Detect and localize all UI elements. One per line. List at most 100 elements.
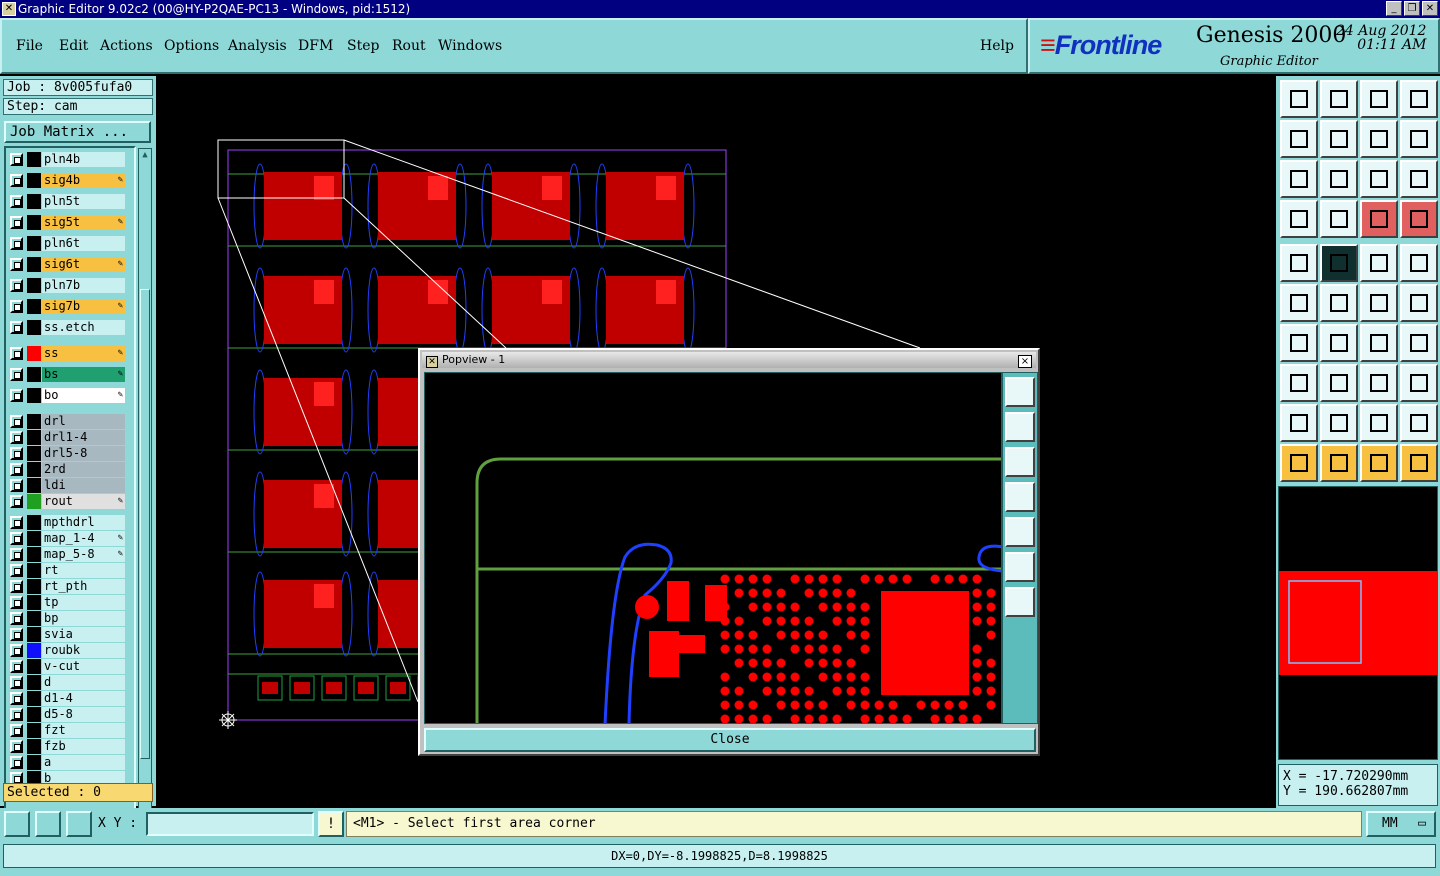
popview-pan-up-icon[interactable] bbox=[1005, 412, 1035, 442]
layer-row[interactable]: roubk bbox=[8, 643, 126, 658]
layer-checkbox[interactable] bbox=[10, 174, 23, 187]
layer-checkbox[interactable] bbox=[10, 321, 23, 334]
minimize-icon[interactable]: _ bbox=[1386, 1, 1402, 16]
layer-checkbox[interactable] bbox=[10, 463, 23, 476]
layer-row[interactable]: bo ✎ bbox=[8, 388, 126, 403]
close-window-icon[interactable]: ✕ bbox=[1422, 1, 1438, 16]
layer-row[interactable]: drl1-4 bbox=[8, 430, 126, 445]
layer-row[interactable]: map_5-8 ✎ bbox=[8, 547, 126, 562]
popview-app-icon[interactable]: ✕ bbox=[426, 356, 438, 368]
layer-checkbox[interactable] bbox=[10, 216, 23, 229]
layer-row[interactable]: d bbox=[8, 675, 126, 690]
popview-pan-left-icon[interactable] bbox=[1005, 482, 1035, 512]
help-icon[interactable] bbox=[1400, 160, 1438, 198]
layer-checkbox[interactable] bbox=[10, 708, 23, 721]
layer-row[interactable]: mpthdrl bbox=[8, 515, 126, 530]
popview-zoom-icon[interactable] bbox=[1005, 377, 1035, 407]
snap-icon[interactable] bbox=[4, 811, 30, 837]
draw-c-icon[interactable] bbox=[1360, 404, 1398, 442]
tools-icon[interactable] bbox=[1280, 200, 1318, 238]
layer-row[interactable]: pln6t bbox=[8, 236, 126, 251]
resize-icon[interactable] bbox=[1360, 364, 1398, 402]
menu-actions[interactable]: Actions bbox=[100, 38, 153, 54]
layer-checkbox[interactable] bbox=[10, 676, 23, 689]
rotate-icon[interactable] bbox=[1360, 120, 1398, 158]
layer-row[interactable]: sig6t ✎ bbox=[8, 257, 126, 272]
layer-checkbox[interactable] bbox=[10, 532, 23, 545]
layer-row[interactable]: ldi bbox=[8, 478, 126, 493]
popview-zoom-in-icon[interactable] bbox=[1005, 552, 1035, 582]
home-up-icon[interactable] bbox=[1280, 80, 1318, 118]
pointer-box-icon[interactable] bbox=[1320, 444, 1358, 482]
polygon-icon[interactable] bbox=[1320, 244, 1358, 282]
layer-row[interactable]: map_1-4 ✎ bbox=[8, 531, 126, 546]
layer-row[interactable]: rt bbox=[8, 563, 126, 578]
layer-checkbox[interactable] bbox=[10, 347, 23, 360]
fit-all-icon[interactable] bbox=[1280, 160, 1318, 198]
layer-row[interactable]: pln5t bbox=[8, 194, 126, 209]
layer-checkbox[interactable] bbox=[10, 389, 23, 402]
layer-scrollbar[interactable]: ▲ ▼ bbox=[138, 148, 152, 848]
xy-input[interactable] bbox=[146, 812, 314, 836]
scale-1-2-icon[interactable] bbox=[1360, 160, 1398, 198]
layer-checkbox[interactable] bbox=[10, 580, 23, 593]
layer-row[interactable]: sig4b ✎ bbox=[8, 173, 126, 188]
layer-row[interactable]: v-cut bbox=[8, 659, 126, 674]
layer-row[interactable]: svia bbox=[8, 627, 126, 642]
draw-b-icon[interactable] bbox=[1320, 404, 1358, 442]
menu-step[interactable]: Step bbox=[347, 38, 379, 54]
popview-titlebar[interactable]: ✕ Popview - 1 × bbox=[422, 352, 1036, 368]
connector-icon[interactable] bbox=[1320, 200, 1358, 238]
layer-row[interactable]: a bbox=[8, 755, 126, 770]
home-down-icon[interactable] bbox=[1320, 80, 1358, 118]
layer-checkbox[interactable] bbox=[10, 516, 23, 529]
layer-checkbox[interactable] bbox=[10, 447, 23, 460]
layer-checkbox[interactable] bbox=[10, 724, 23, 737]
layer-row[interactable]: drl5-8 bbox=[8, 446, 126, 461]
layer-checkbox[interactable] bbox=[10, 279, 23, 292]
measure-icon[interactable] bbox=[35, 811, 61, 837]
layer-row[interactable]: d5-8 bbox=[8, 707, 126, 722]
layer-row[interactable]: fzt bbox=[8, 723, 126, 738]
popview-canvas[interactable] bbox=[424, 372, 1002, 724]
layer-row[interactable]: ss ✎ bbox=[8, 346, 126, 361]
grid-icon[interactable] bbox=[66, 811, 92, 837]
layer-row[interactable]: bp bbox=[8, 611, 126, 626]
layer-checkbox[interactable] bbox=[10, 237, 23, 250]
popview-close-icon[interactable]: × bbox=[1018, 355, 1032, 368]
move-arc-icon[interactable] bbox=[1400, 284, 1438, 322]
layer-checkbox[interactable] bbox=[10, 368, 23, 381]
popview-close-button[interactable]: Close bbox=[424, 728, 1036, 752]
layer-checkbox[interactable] bbox=[10, 479, 23, 492]
pad-edit-icon[interactable] bbox=[1280, 364, 1318, 402]
layer-checkbox[interactable] bbox=[10, 415, 23, 428]
mirror-icon[interactable] bbox=[1400, 120, 1438, 158]
layer-row[interactable]: drl bbox=[8, 414, 126, 429]
menu-options[interactable]: Options bbox=[164, 38, 219, 54]
layer-checkbox[interactable] bbox=[10, 431, 23, 444]
menu-rout[interactable]: Rout bbox=[392, 38, 426, 54]
split-view-icon[interactable] bbox=[1400, 80, 1438, 118]
popview-zoom-out-icon[interactable] bbox=[1005, 587, 1035, 617]
pan-right-icon[interactable] bbox=[1320, 120, 1358, 158]
layer-checkbox[interactable] bbox=[10, 596, 23, 609]
menu-help[interactable]: Help bbox=[980, 38, 1014, 54]
layer-checkbox[interactable] bbox=[10, 628, 23, 641]
draw-a-icon[interactable] bbox=[1280, 404, 1318, 442]
menu-dfm[interactable]: DFM bbox=[298, 38, 333, 54]
trim-icon[interactable] bbox=[1320, 364, 1358, 402]
layer-checkbox[interactable] bbox=[10, 660, 23, 673]
menu-analysis[interactable]: Analysis bbox=[228, 38, 287, 54]
group-icon[interactable] bbox=[1400, 364, 1438, 402]
layer-checkbox[interactable] bbox=[10, 564, 23, 577]
layer-row[interactable]: rout ✎ bbox=[8, 494, 126, 509]
pad-icon[interactable] bbox=[1400, 244, 1438, 282]
net-icon[interactable] bbox=[1280, 284, 1318, 322]
center-icon[interactable] bbox=[1320, 160, 1358, 198]
layer-row[interactable]: bs ✎ bbox=[8, 367, 126, 382]
split-icon[interactable] bbox=[1400, 324, 1438, 362]
layer-row[interactable]: sig5t ✎ bbox=[8, 215, 126, 230]
layer-set-b-icon[interactable] bbox=[1400, 200, 1438, 238]
popview-pan-down-icon[interactable] bbox=[1005, 447, 1035, 477]
angle-icon[interactable] bbox=[1280, 324, 1318, 362]
